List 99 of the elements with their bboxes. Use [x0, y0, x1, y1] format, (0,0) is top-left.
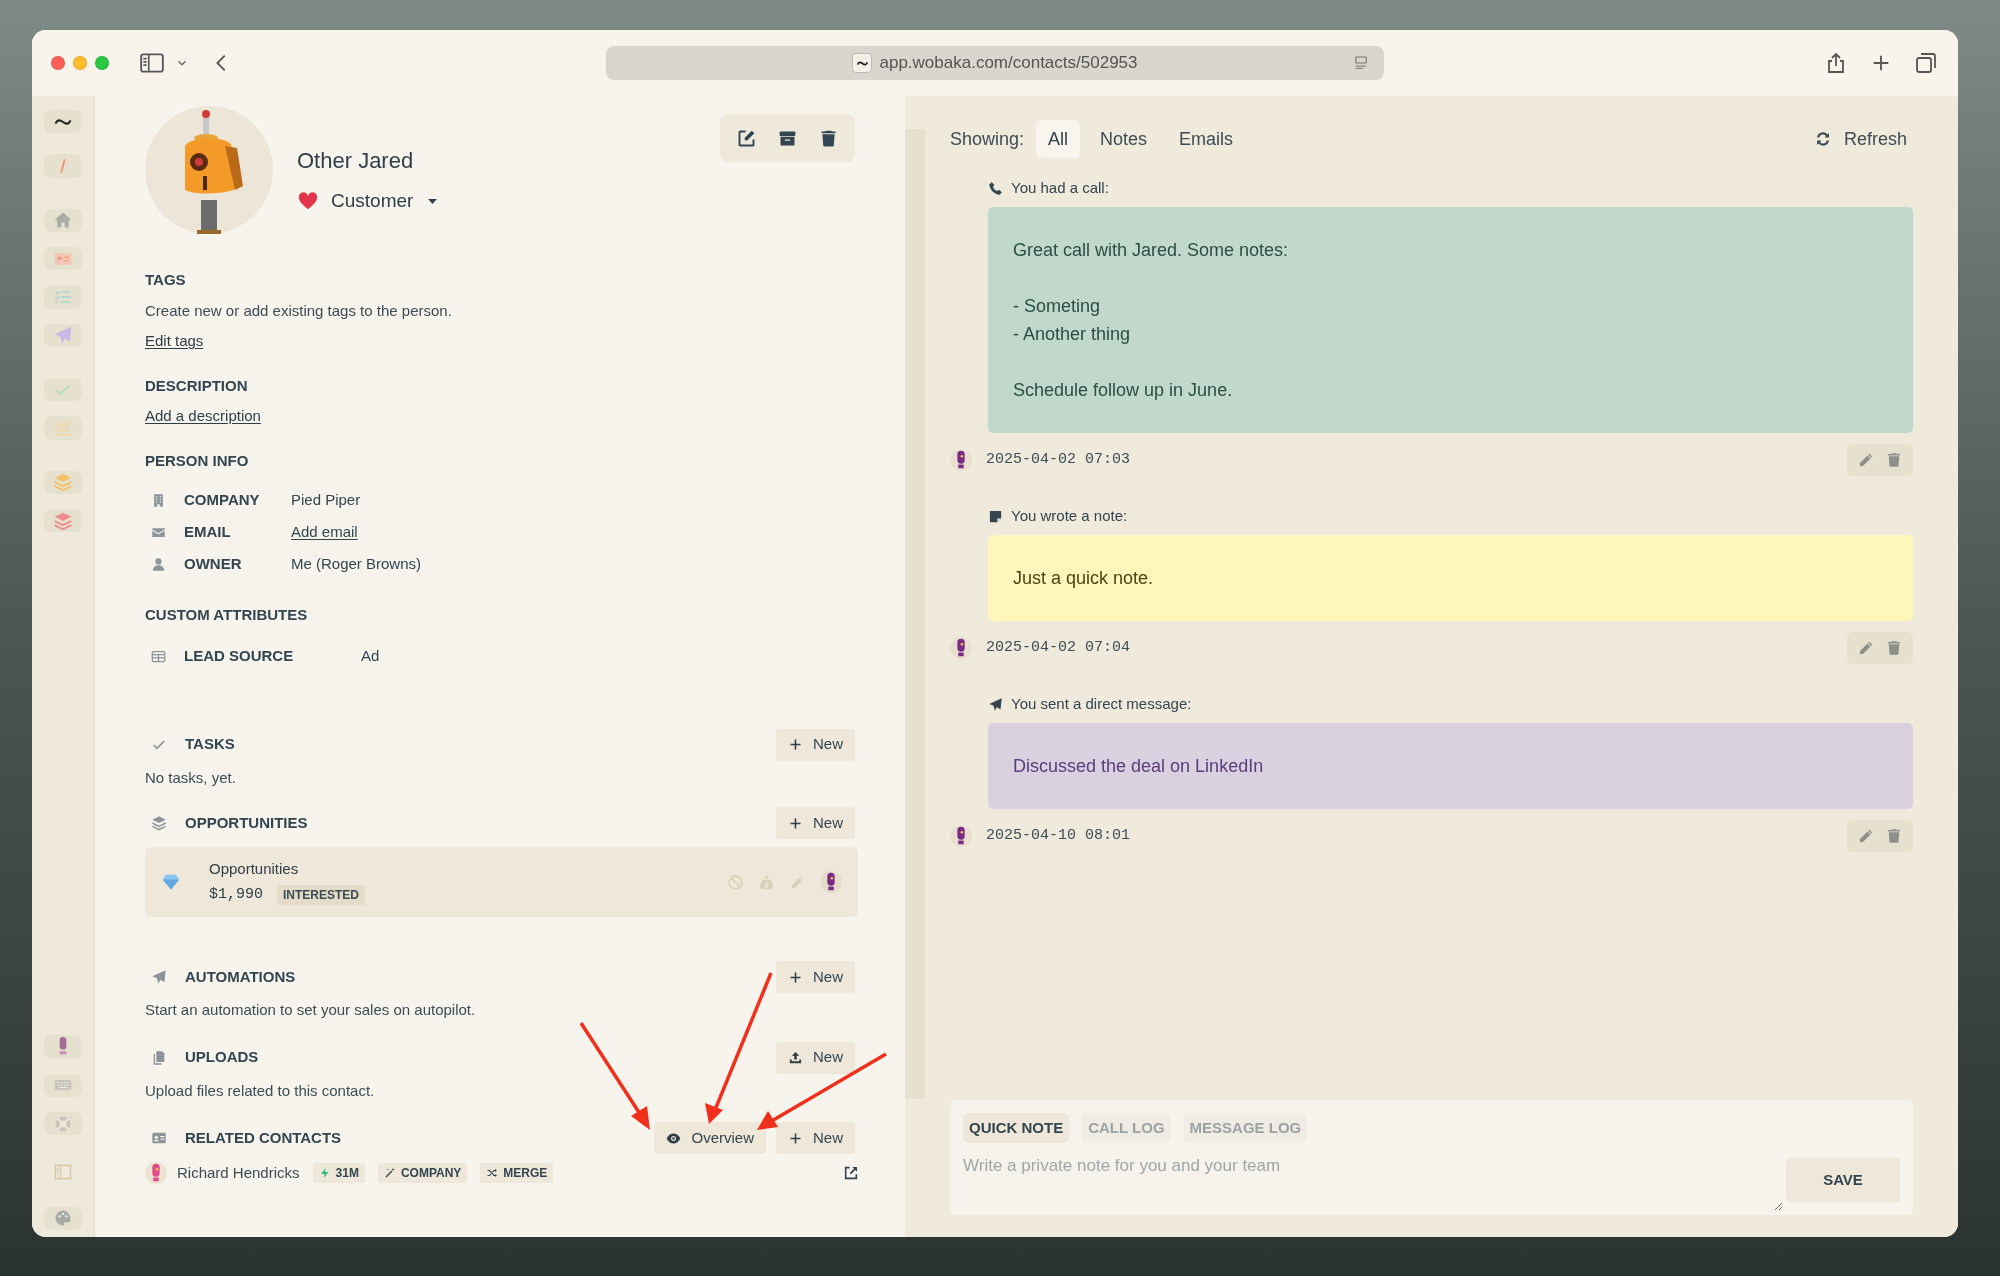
new-button[interactable]: New: [776, 728, 855, 761]
layers-icon[interactable]: [53, 472, 73, 493]
field-value: Pied Piper: [291, 489, 361, 510]
timestamp: 2025-04-10 08:01: [986, 825, 1131, 846]
new-button[interactable]: New: [776, 961, 855, 993]
opportunity-amount: $1,990: [209, 885, 263, 905]
id-card-icon: [151, 1130, 167, 1146]
refresh-button[interactable]: Refresh: [1813, 125, 1907, 153]
section-heading: TASKS: [185, 734, 236, 755]
filter-tab[interactable]: All: [1036, 120, 1081, 158]
save-button[interactable]: SAVE: [1786, 1158, 1900, 1202]
note-input[interactable]: Write a private note for you and your team: [963, 1153, 1783, 1211]
card-text: - Someting - Another thing: [1013, 295, 1132, 346]
new-button[interactable]: New: [776, 1122, 855, 1154]
activity-heading: You had a call:: [1011, 177, 1109, 198]
section-heading: AUTOMATIONS: [185, 966, 297, 987]
paper-plane-icon[interactable]: [53, 325, 73, 346]
field-label: LEAD SOURCE: [184, 646, 295, 667]
phone-icon: [988, 180, 1003, 196]
contact-name[interactable]: Richard Hendricks: [177, 1162, 300, 1185]
section-heading: PERSON INFO: [145, 450, 250, 471]
external-link-icon[interactable]: [843, 1165, 859, 1182]
avatar-icon: [820, 871, 842, 893]
magic-wand-icon: [383, 1167, 396, 1180]
filter-tab[interactable]: Emails: [1167, 120, 1246, 158]
filter-tab[interactable]: Notes: [1088, 120, 1160, 158]
field-label: OWNER: [184, 553, 243, 574]
note-composer[interactable]: QUICK NOTE CALL LOG MESSAGE LOG Write a private note for you and your team SAVE: [950, 1100, 1913, 1215]
section-text: Create new or add existing tags to the person.: [145, 300, 453, 321]
layers-icon: [151, 815, 167, 831]
text-link[interactable]: Edit tags: [145, 330, 204, 353]
email-link[interactable]: Add email: [291, 520, 358, 544]
avatar-icon: [145, 1162, 167, 1185]
owner-icon: [151, 556, 166, 572]
contact-tag[interactable]: MERGE: [480, 1163, 554, 1184]
scrollbar-track[interactable]: [905, 129, 925, 1099]
filter-label: Showing:: [950, 127, 1025, 151]
card-text: Discussed the deal on LinkedIn: [1013, 755, 1265, 778]
timestamp: 2025-04-02 07:04: [986, 637, 1131, 658]
table-icon: [151, 649, 166, 664]
stage-label: INTERESTED: [277, 885, 366, 906]
paper-plane-icon: [988, 696, 1003, 712]
section-text: Upload files related to this contact.: [145, 1080, 376, 1101]
field-label: EMAIL: [184, 521, 232, 542]
text-link[interactable]: Add a description: [145, 405, 261, 428]
home-icon[interactable]: [53, 210, 73, 231]
layers-icon[interactable]: [53, 510, 73, 531]
avatar-icon: [950, 637, 972, 659]
avatar-icon: [950, 825, 972, 847]
minimize-window-button[interactable]: [73, 56, 87, 70]
reader-icon[interactable]: [1352, 54, 1370, 72]
section-heading: CUSTOM ATTRIBUTES: [145, 605, 309, 625]
timestamp: 2025-04-02 07:03: [986, 449, 1131, 470]
activity-heading: You sent a direct message:: [1011, 693, 1192, 714]
section-heading: TAGS: [145, 270, 187, 290]
sticky-note-icon: [988, 508, 1003, 524]
section-heading: DESCRIPTION: [145, 375, 249, 396]
address-bar[interactable]: app.wobaka.com/contacts/502953: [606, 46, 1384, 80]
avatar-icon: [950, 449, 972, 471]
section-heading: OPPORTUNITIES: [185, 812, 309, 833]
diamond-icon: [161, 872, 181, 892]
url-text: app.wobaka.com/contacts/502953: [879, 52, 1138, 75]
new-button[interactable]: New: [776, 807, 855, 839]
bolt-icon: [318, 1167, 331, 1180]
document-icon: [151, 1049, 167, 1066]
contact-name: Other Jared: [297, 147, 415, 175]
contact-tag[interactable]: 31M: [312, 1163, 365, 1184]
shuffle-icon: [486, 1167, 499, 1180]
paper-plane-icon: [151, 969, 167, 985]
field-value: Ad: [361, 646, 380, 667]
field-value: Me (Roger Browns): [291, 553, 422, 574]
composer-tab[interactable]: QUICK NOTE: [963, 1113, 1070, 1143]
pencil-icon[interactable]: [1857, 827, 1875, 845]
activity-heading: You wrote a note:: [1011, 505, 1128, 526]
section-text: No tasks, yet.: [145, 767, 237, 788]
section-heading: RELATED CONTACTS: [185, 1127, 343, 1148]
new-button[interactable]: New: [776, 1041, 855, 1074]
pencil-icon[interactable]: [1857, 451, 1875, 469]
card-text: Just a quick note.: [1013, 567, 1155, 590]
section-text: Start an automation to set your sales on autopilot.: [145, 1000, 477, 1020]
card-text: Great call with Jared. Some notes:: [1013, 239, 1290, 262]
sidebar-toggle-icon[interactable]: [139, 50, 165, 76]
status-dropdown[interactable]: Customer: [297, 187, 441, 216]
plus-icon: [788, 737, 803, 752]
section-heading: UPLOADS: [185, 1047, 260, 1068]
overview-button[interactable]: Overview: [654, 1122, 766, 1154]
ban-icon[interactable]: [727, 873, 744, 891]
contact-tag[interactable]: COMPANY: [377, 1163, 468, 1184]
zoom-window-button[interactable]: [95, 56, 109, 70]
tabs-overview-icon[interactable]: [1914, 51, 1938, 75]
close-window-button[interactable]: [51, 56, 65, 70]
company-icon: [151, 492, 166, 508]
field-label: COMPANY: [184, 489, 261, 510]
pencil-icon[interactable]: [1857, 639, 1875, 657]
money-bag-icon[interactable]: [758, 873, 775, 891]
opportunity-name: Opportunities: [209, 858, 300, 879]
upload-icon: [788, 1050, 803, 1065]
card-text: Schedule follow up in June.: [1013, 379, 1234, 402]
opportunity-card[interactable]: Opportunities $1,990 INTERESTED: [145, 847, 858, 917]
